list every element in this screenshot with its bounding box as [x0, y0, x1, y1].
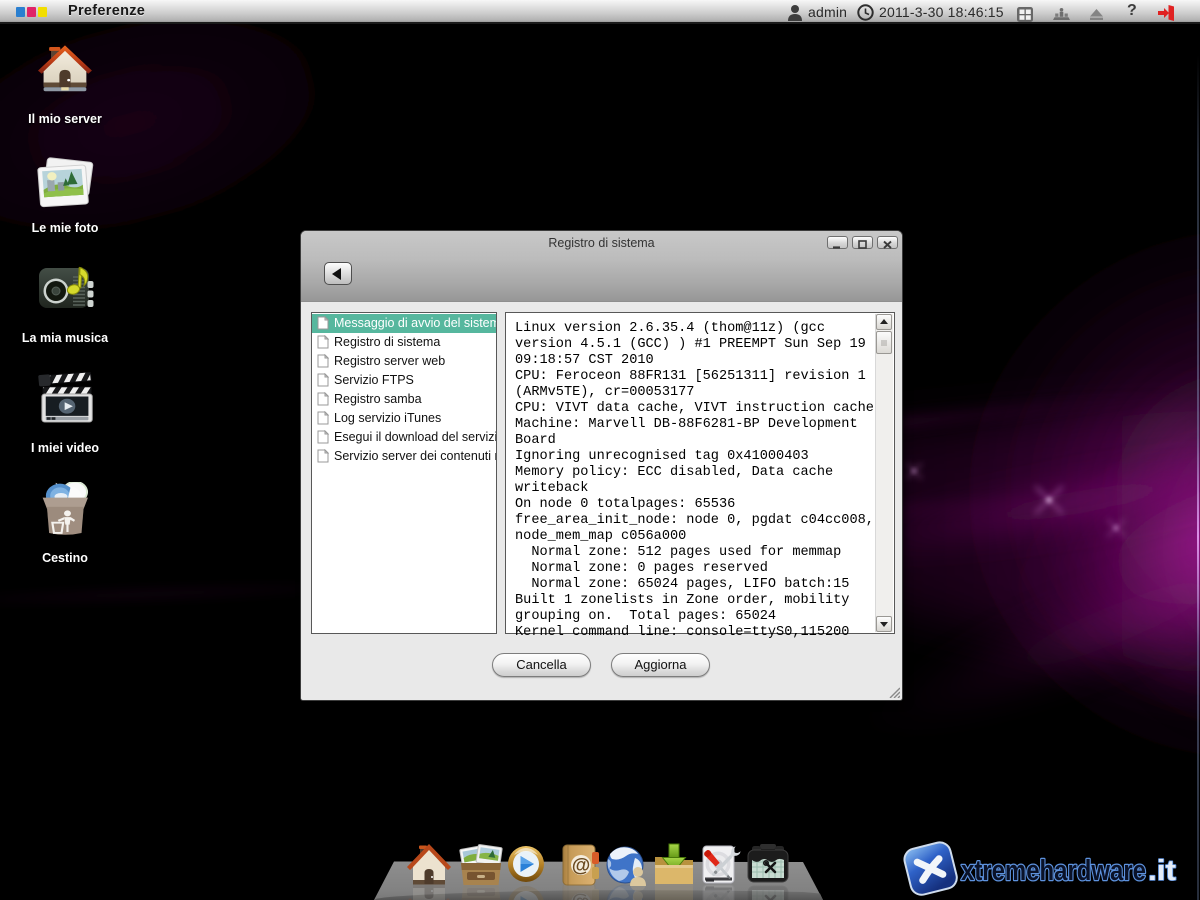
- svg-text:xtremehardware: xtremehardware: [961, 855, 1146, 887]
- svg-text:.it: .it: [1148, 855, 1176, 887]
- svg-text:@: @: [572, 856, 591, 877]
